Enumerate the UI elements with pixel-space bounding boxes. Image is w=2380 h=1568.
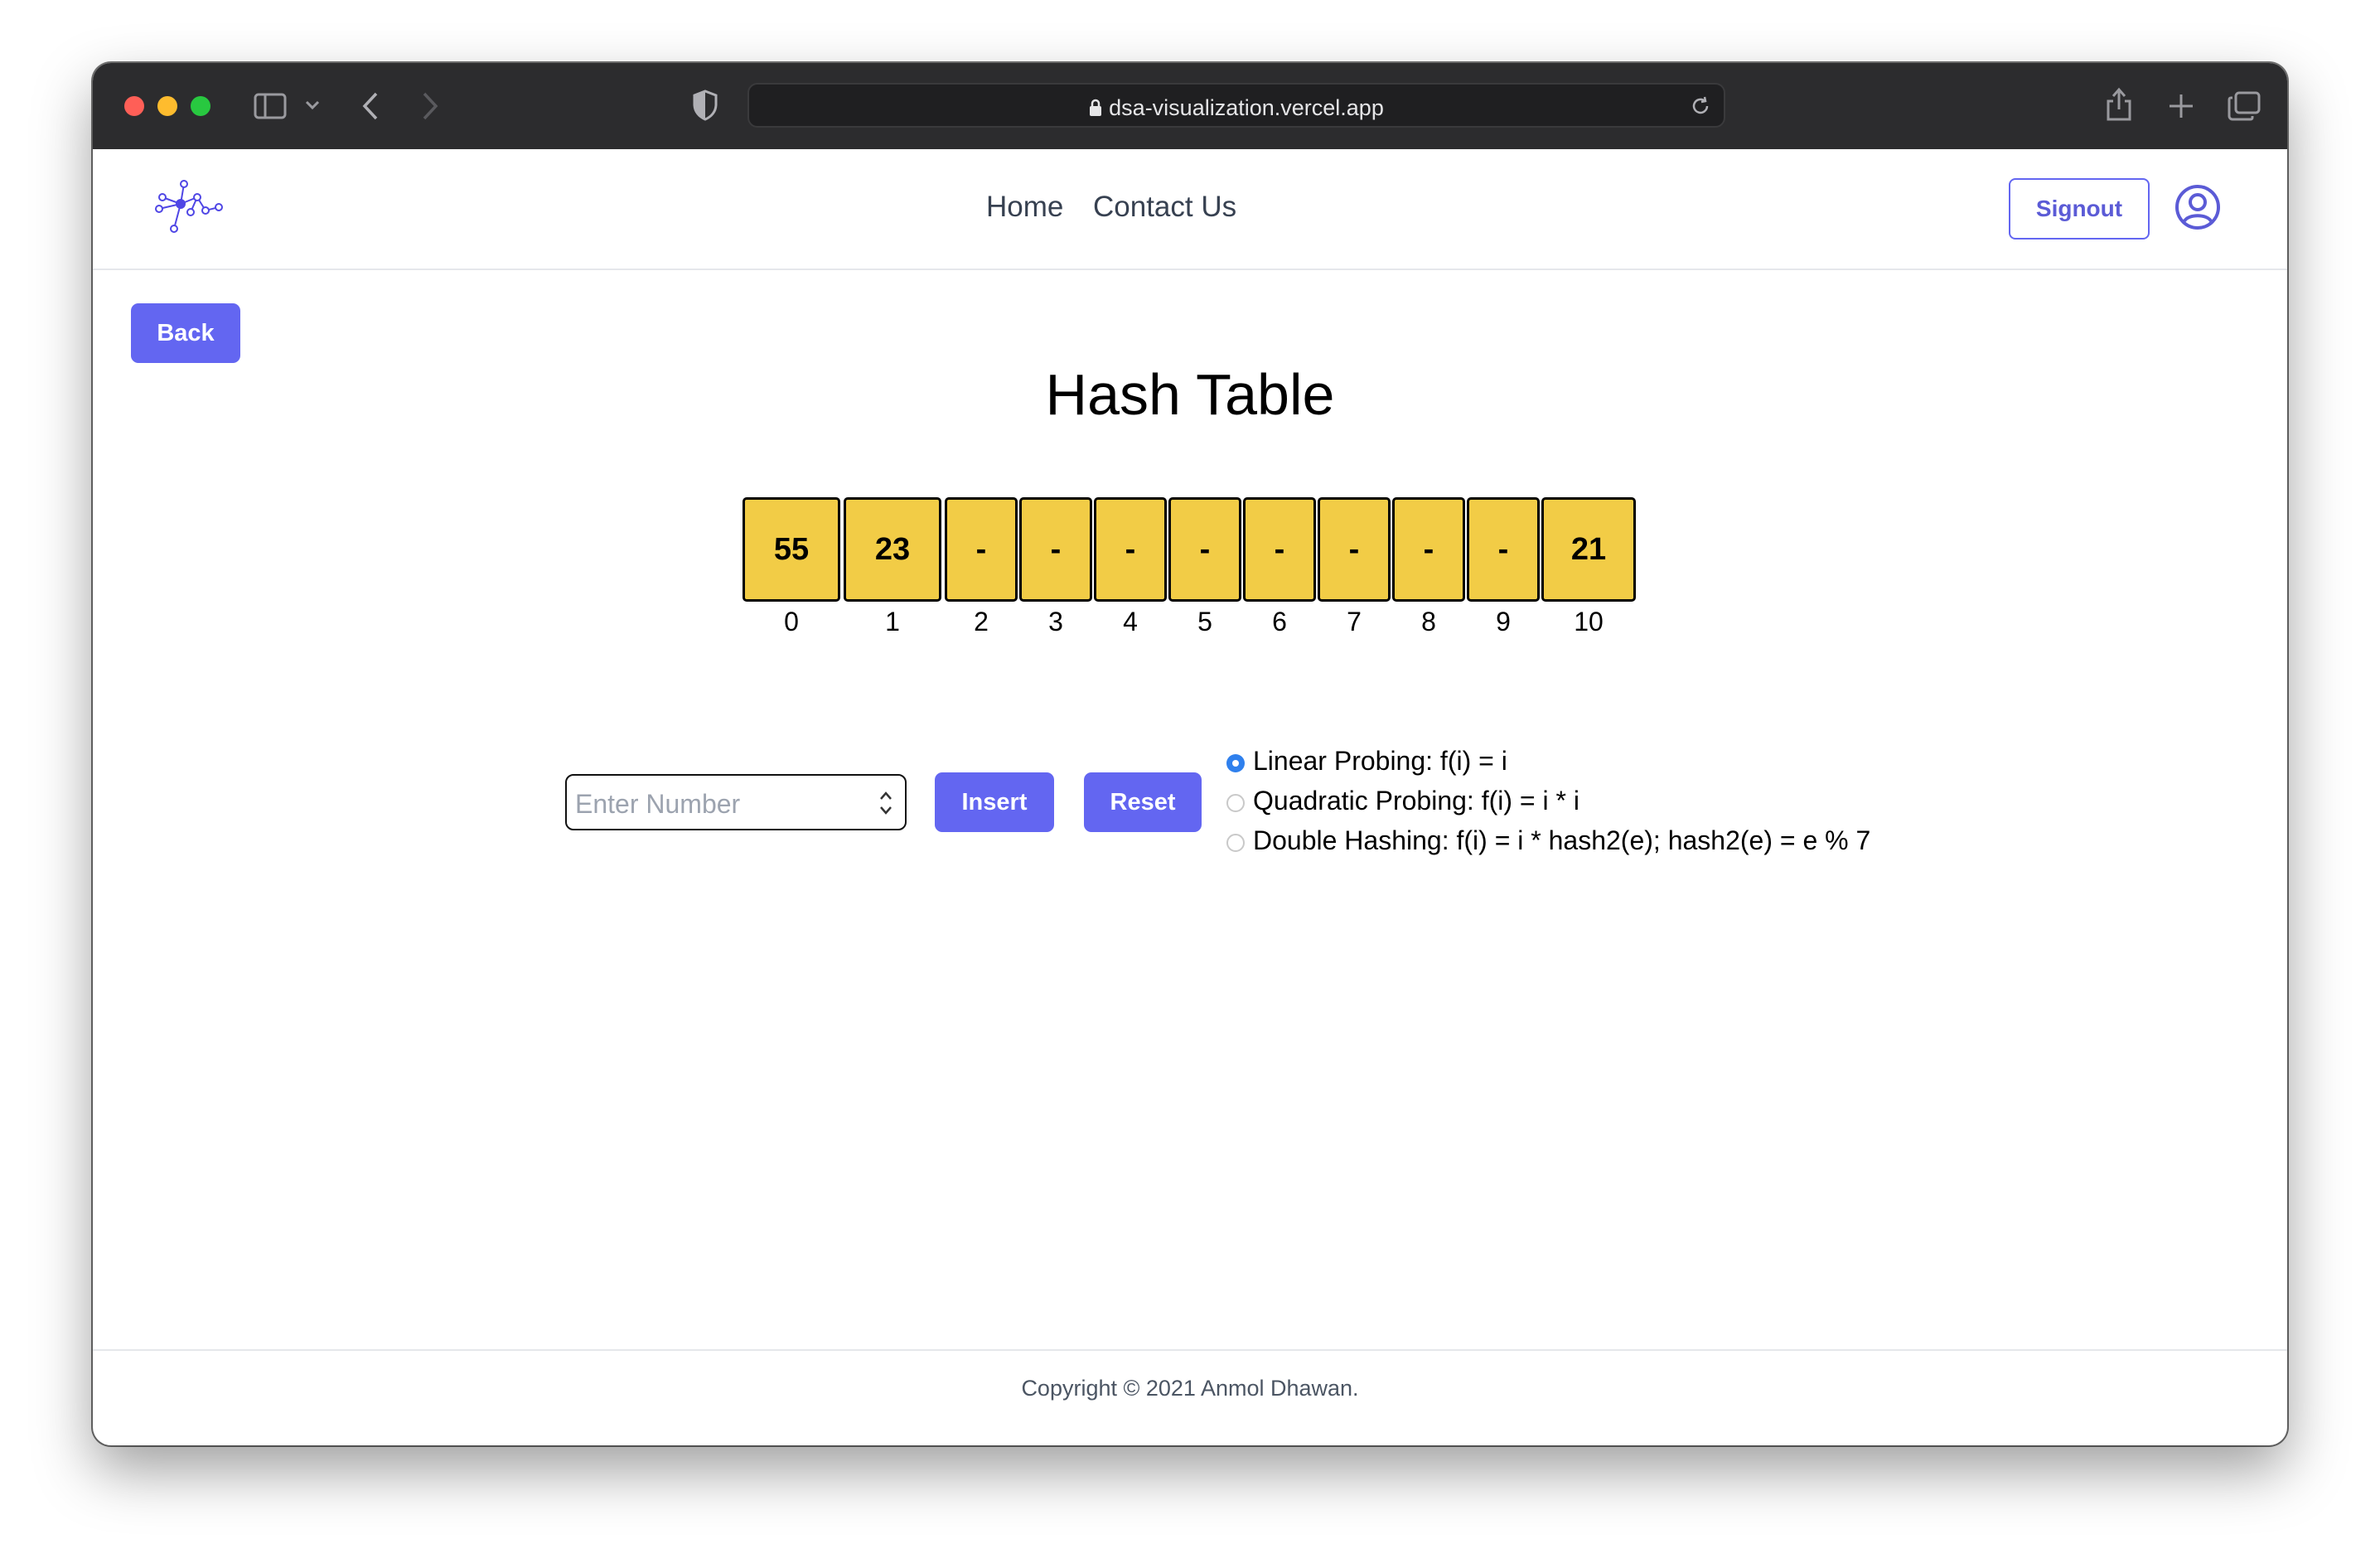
reset-button[interactable]: Reset: [1084, 772, 1202, 832]
signout-button[interactable]: Signout: [2009, 178, 2150, 240]
url-value: dsa-visualization.vercel.app: [1109, 95, 1384, 120]
hash-cell: 23: [844, 497, 941, 602]
address-bar[interactable]: dsa-visualization.vercel.app: [747, 83, 1725, 128]
copyright-text: Copyright © 2021 Anmol Dhawan.: [1021, 1376, 1359, 1401]
minimize-window-button[interactable]: [157, 96, 177, 116]
forward-arrow-icon[interactable]: [421, 91, 439, 121]
double-hashing-label[interactable]: Double Hashing: f(i) = i * hash2(e); has…: [1253, 825, 1870, 856]
hash-index-label: 10: [1574, 607, 1604, 636]
hash-cell: -: [1243, 497, 1316, 602]
share-icon[interactable]: [2105, 86, 2133, 123]
browser-titlebar: dsa-visualization.vercel.app: [93, 63, 2287, 150]
number-input-placeholder: Enter Number: [575, 789, 741, 819]
hash-index-label: 5: [1197, 607, 1212, 636]
hash-index-label: 6: [1272, 607, 1287, 636]
shield-icon[interactable]: [693, 90, 718, 121]
zoom-window-button[interactable]: [191, 96, 210, 116]
tab-overview-icon[interactable]: [2228, 91, 2261, 121]
app-navbar: Home Contact Us Signout: [93, 149, 2287, 270]
close-window-button[interactable]: [124, 96, 144, 116]
url-text: dsa-visualization.vercel.app: [749, 95, 1724, 121]
hash-cell: 55: [743, 497, 840, 602]
nav-contact-link[interactable]: Contact Us: [1093, 191, 1236, 224]
hash-index-label: 9: [1496, 607, 1511, 636]
insert-button[interactable]: Insert: [935, 772, 1054, 832]
hash-cell: -: [945, 497, 1018, 602]
hash-cell: -: [1168, 497, 1241, 602]
back-arrow-icon[interactable]: [361, 91, 380, 121]
quadratic-probing-radio[interactable]: [1226, 794, 1245, 812]
chevron-down-icon[interactable]: [305, 99, 320, 111]
hash-index-label: 1: [885, 607, 900, 636]
hash-cell: -: [1467, 497, 1540, 602]
hash-index-label: 8: [1421, 607, 1436, 636]
browser-window: dsa-visualization.vercel.app Home Contac…: [93, 63, 2287, 1445]
number-input[interactable]: Enter Number: [565, 774, 907, 830]
hash-index-label: 0: [784, 607, 799, 636]
linear-probing-radio[interactable]: [1226, 754, 1245, 772]
logo-icon[interactable]: [154, 179, 224, 235]
hash-cell: -: [1019, 497, 1092, 602]
hash-cell: 21: [1541, 497, 1636, 602]
hash-index-label: 3: [1048, 607, 1063, 636]
hash-cell: -: [1392, 497, 1465, 602]
page-footer: Copyright © 2021 Anmol Dhawan.: [93, 1349, 2287, 1445]
quadratic-probing-label[interactable]: Quadratic Probing: f(i) = i * i: [1253, 786, 1579, 816]
page-title: Hash Table: [1045, 362, 1335, 427]
double-hashing-radio[interactable]: [1226, 834, 1245, 852]
sidebar-toggle-icon[interactable]: [254, 93, 287, 119]
user-avatar-icon[interactable]: [2174, 184, 2221, 230]
linear-probing-label[interactable]: Linear Probing: f(i) = i: [1253, 746, 1507, 777]
hash-cell: -: [1094, 497, 1167, 602]
hash-cell: -: [1318, 497, 1391, 602]
hash-index-label: 7: [1347, 607, 1362, 636]
hash-index-label: 4: [1123, 607, 1138, 636]
new-tab-icon[interactable]: [2168, 93, 2194, 119]
hash-index-label: 2: [974, 607, 989, 636]
stepper-icon[interactable]: [878, 789, 893, 817]
reload-icon[interactable]: [1689, 94, 1712, 118]
back-button[interactable]: Back: [131, 303, 240, 363]
nav-home-link[interactable]: Home: [986, 191, 1063, 224]
lock-icon: [1090, 99, 1102, 116]
